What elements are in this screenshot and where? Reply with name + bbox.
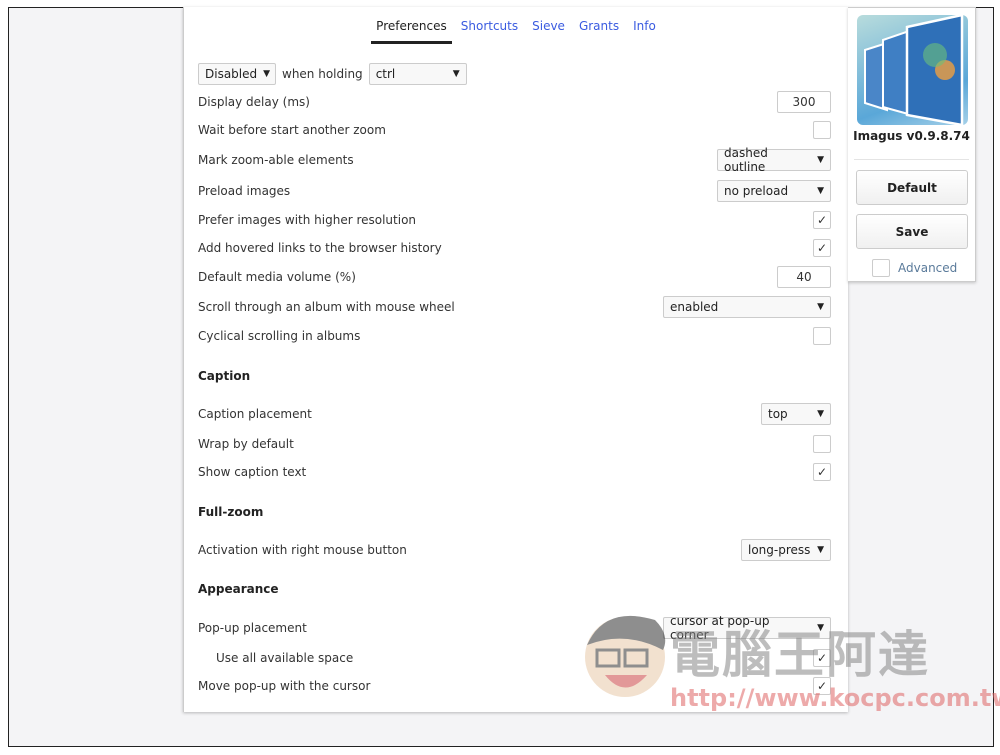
appearance-heading: Appearance (198, 582, 279, 596)
tab-sieve[interactable]: Sieve (527, 17, 570, 44)
advanced-label: Advanced (898, 261, 958, 275)
setting-row: Wrap by default (198, 432, 831, 456)
setting-row: Move pop-up with the cursor ✓ (198, 674, 831, 698)
checkmark-icon: ✓ (816, 465, 828, 479)
select-dropdown[interactable]: dashed outline ▼ (717, 146, 831, 174)
activation-mode-select[interactable]: Disabled ▼ (198, 63, 276, 85)
setting-label: Pop-up placement (198, 621, 307, 635)
select-dropdown[interactable]: enabled ▼ (663, 296, 831, 318)
setting-row: Pop-up placement cursor at pop-up corner ▼ (198, 614, 831, 642)
chevron-down-icon: ▼ (817, 186, 824, 196)
checkbox[interactable]: ✓ (813, 239, 831, 257)
setting-label: Preload images (198, 184, 291, 198)
number-input[interactable]: 40 (777, 266, 831, 288)
version-label: Imagus v0.9.8.74 (853, 129, 970, 143)
select-value: cursor at pop-up corner (670, 614, 770, 642)
chevron-down-icon: ▼ (817, 545, 824, 555)
tab-shortcuts[interactable]: Shortcuts (456, 17, 523, 44)
checkmark-icon: ✓ (816, 213, 828, 227)
setting-label: Add hovered links to the browser history (198, 241, 442, 255)
advanced-toggle[interactable]: Advanced (872, 259, 957, 277)
divider (854, 159, 969, 160)
sidebar: Imagus v0.9.8.74 Default Save Advanced (848, 7, 976, 282)
setting-row: Cyclical scrolling in albums (198, 324, 831, 348)
setting-row: Show caption text ✓ (198, 460, 831, 484)
setting-row: Mark zoom-able elements dashed outline ▼ (198, 146, 831, 174)
advanced-checkbox[interactable] (872, 259, 890, 277)
checkbox[interactable]: ✓ (813, 463, 831, 481)
setting-row: Preload images no preload ▼ (198, 179, 831, 203)
setting-row: Scroll through an album with mouse wheel… (198, 295, 831, 319)
save-button[interactable]: Save (856, 214, 968, 249)
setting-label: Use all available space (216, 651, 354, 665)
checkmark-icon: ✓ (816, 679, 828, 693)
activation-row: Disabled ▼ when holding ctrl ▼ (198, 62, 831, 86)
number-input[interactable]: 300 (777, 91, 831, 113)
setting-label: Display delay (ms) (198, 95, 310, 109)
chevron-down-icon: ▼ (817, 155, 824, 165)
chevron-down-icon: ▼ (452, 69, 460, 79)
setting-row: Display delay (ms) 300 (198, 90, 831, 114)
select-dropdown[interactable]: long-press ▼ (741, 539, 831, 561)
setting-row: Use all available space ✓ (198, 646, 831, 670)
checkbox[interactable]: ✓ (813, 649, 831, 667)
setting-label: Wrap by default (198, 437, 294, 451)
setting-row: Activation with right mouse button long-p… (198, 538, 831, 562)
checkbox[interactable]: ✓ (813, 677, 831, 695)
chevron-down-icon: ▼ (817, 302, 824, 312)
select-value: dashed outline (724, 146, 768, 174)
setting-row: Wait before start another zoom (198, 118, 831, 142)
setting-row: Add hovered links to the browser history… (198, 236, 831, 260)
setting-label: Wait before start another zoom (198, 123, 386, 137)
setting-label: Move pop-up with the cursor (198, 679, 371, 693)
chevron-down-icon: ▼ (263, 69, 271, 79)
select-value: Disabled (205, 67, 258, 81)
setting-row: Prefer images with higher resolution ✓ (198, 208, 831, 232)
select-value: ctrl (375, 67, 396, 81)
checkbox[interactable] (813, 121, 831, 139)
checkbox[interactable] (813, 435, 831, 453)
tab-bar: Preferences Shortcuts Sieve Grants Info (184, 17, 848, 44)
setting-row: Default media volume (%) 40 (198, 265, 831, 289)
tab-preferences[interactable]: Preferences (371, 17, 452, 44)
setting-label: Caption placement (198, 407, 312, 421)
select-dropdown[interactable]: top ▼ (761, 403, 831, 425)
when-holding-label: when holding (282, 67, 363, 81)
chevron-down-icon: ▼ (817, 623, 824, 633)
setting-row: Caption placement top ▼ (198, 402, 831, 426)
checkmark-icon: ✓ (816, 241, 828, 255)
tab-grants[interactable]: Grants (574, 17, 624, 44)
imagus-logo (857, 13, 968, 127)
select-value: enabled (670, 300, 719, 314)
setting-label: Show caption text (198, 465, 307, 479)
tab-info[interactable]: Info (628, 17, 661, 44)
checkbox[interactable] (813, 327, 831, 345)
chevron-down-icon: ▼ (817, 409, 824, 419)
caption-heading: Caption (198, 369, 251, 383)
preferences-panel: Preferences Shortcuts Sieve Grants Info … (183, 7, 848, 712)
select-value: no preload (724, 184, 789, 198)
setting-label: Prefer images with higher resolution (198, 213, 417, 227)
setting-label: Default media volume (%) (198, 270, 356, 284)
setting-label: Mark zoom-able elements (198, 153, 354, 167)
setting-label: Activation with right mouse button (198, 543, 407, 557)
modifier-key-select[interactable]: ctrl ▼ (368, 63, 467, 85)
select-dropdown[interactable]: no preload ▼ (717, 180, 831, 202)
checkbox[interactable]: ✓ (813, 211, 831, 229)
select-dropdown[interactable]: cursor at pop-up corner ▼ (663, 614, 831, 642)
select-value: long-press (748, 543, 811, 557)
select-value: top (768, 407, 788, 421)
checkmark-icon: ✓ (816, 651, 828, 665)
default-button[interactable]: Default (856, 170, 968, 205)
setting-label: Cyclical scrolling in albums (198, 329, 361, 343)
setting-label: Scroll through an album with mouse wheel (198, 300, 455, 314)
fullzoom-heading: Full-zoom (198, 505, 264, 519)
